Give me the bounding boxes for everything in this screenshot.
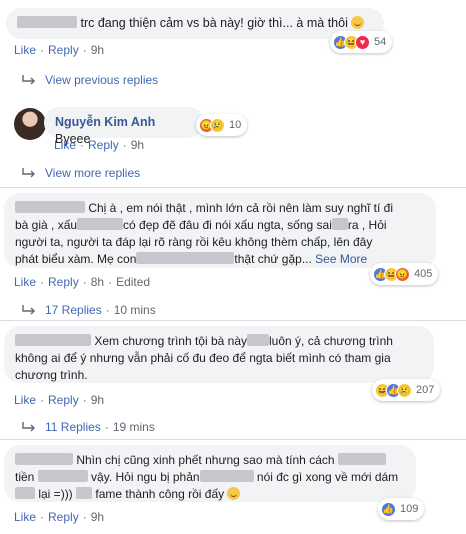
blurred-text bbox=[37, 470, 88, 482]
timestamp: 9h bbox=[90, 393, 105, 407]
timestamp: 9h bbox=[130, 138, 145, 152]
see-more-link[interactable]: See More bbox=[315, 252, 367, 266]
blurred-text bbox=[337, 453, 386, 465]
reply-actions: Like · Reply · 9h bbox=[54, 138, 145, 152]
reply-link[interactable]: Reply bbox=[88, 138, 119, 152]
reply-link[interactable]: Reply bbox=[48, 393, 79, 407]
view-more-label: View more replies bbox=[45, 166, 141, 180]
blurred-name bbox=[15, 453, 73, 465]
reply-arrow-icon bbox=[22, 168, 35, 178]
reaction-summary[interactable]: 👍 109 bbox=[378, 498, 425, 520]
view-replies-link[interactable]: 11 Replies · 19 mins bbox=[22, 420, 155, 434]
divider bbox=[0, 187, 466, 188]
commenter-name[interactable]: Nguyễn Kim Anh bbox=[55, 115, 155, 129]
reaction-count: 207 bbox=[416, 384, 435, 396]
reaction-count: 10 bbox=[229, 119, 242, 131]
comment-text-line: Xem chương trình tội bà này bbox=[94, 334, 247, 348]
timestamp: 9h bbox=[90, 43, 105, 57]
like-link[interactable]: Like bbox=[14, 393, 36, 407]
view-more-replies-link[interactable]: View more replies bbox=[22, 166, 140, 180]
comment-text-line: bà già , xấu bbox=[15, 218, 78, 232]
comment-text-line: người ta, người ta đáp lại rõ ràng rồi k… bbox=[15, 235, 373, 249]
blurred-text bbox=[247, 334, 269, 346]
comment-actions: Like · Reply · 9h bbox=[14, 510, 105, 524]
comment-text: trc đang thiện cảm vs bà này! giờ thì...… bbox=[80, 16, 348, 30]
blurred-text bbox=[136, 252, 235, 264]
replies-time: 10 mins bbox=[113, 303, 156, 317]
blurred-text bbox=[77, 218, 124, 230]
smile-emoji-icon bbox=[227, 487, 241, 500]
blurred-text bbox=[15, 487, 35, 499]
comment-actions: Like · Reply · 9h bbox=[14, 43, 105, 57]
like-link[interactable]: Like bbox=[14, 275, 36, 289]
replies-time: 19 mins bbox=[112, 420, 155, 434]
comment-text-line: chương trình. bbox=[15, 368, 88, 382]
comment-text-line: tiền bbox=[15, 470, 35, 484]
reply-arrow-icon bbox=[22, 305, 35, 315]
blurred-name bbox=[15, 201, 85, 213]
replies-count-label: 17 Replies bbox=[45, 303, 102, 317]
sad-reaction-icon: 😢 bbox=[210, 117, 225, 133]
timestamp: 8h bbox=[90, 275, 105, 289]
comment-bubble-1: trc đang thiện cảm vs bà này! giờ thì...… bbox=[6, 8, 384, 39]
edited-label: Edited bbox=[116, 275, 151, 289]
blurred-name bbox=[15, 334, 91, 346]
reaction-count: 54 bbox=[374, 36, 387, 48]
comment-text-line: có đẹp đẽ đâu đi nói xấu ngta, sống sai bbox=[123, 218, 332, 232]
comment-text-line: không ai để ý nhưng vẫn phải cố đu đeo đ… bbox=[15, 351, 391, 365]
comment-text-line: ra , Hỏi bbox=[347, 218, 387, 232]
replies-count-label: 11 Replies bbox=[45, 420, 101, 434]
reaction-summary[interactable]: 😠 😢 10 bbox=[196, 114, 248, 136]
view-previous-label: View previous replies bbox=[45, 73, 159, 87]
comment-actions: Like · Reply · 8h · Edited bbox=[14, 275, 151, 289]
comment-bubble-2: Chị à , em nói thật , mình lớn cả rồi nê… bbox=[4, 193, 436, 268]
reaction-summary[interactable]: 👍 😆 😠 405 bbox=[370, 263, 439, 285]
reaction-count: 405 bbox=[414, 268, 433, 280]
comment-text-line: Nhìn chị cũng xinh phết nhưng sao mà tín… bbox=[76, 453, 335, 467]
reaction-summary[interactable]: 👍 😆 ♥ 54 bbox=[330, 31, 393, 53]
view-previous-replies-link[interactable]: View previous replies bbox=[22, 73, 158, 87]
comment-text-line: phát biểu xàm. Mẹ con bbox=[15, 252, 137, 266]
reply-arrow-icon bbox=[22, 75, 35, 85]
timestamp: 9h bbox=[90, 510, 105, 524]
reaction-summary[interactable]: 😆 👍 😢 207 bbox=[372, 379, 441, 401]
divider bbox=[0, 439, 466, 440]
reply-arrow-icon bbox=[22, 422, 35, 432]
angry-reaction-icon: 😠 bbox=[395, 266, 410, 282]
reply-bubble: Nguyễn Kim Anh Byeee bbox=[44, 107, 204, 146]
reaction-count: 109 bbox=[400, 503, 419, 515]
comment-text-line: fame thành công rồi đấy bbox=[95, 487, 225, 501]
blurred-text bbox=[331, 218, 348, 230]
blurred-text bbox=[199, 470, 254, 482]
reply-link[interactable]: Reply bbox=[48, 43, 79, 57]
comment-bubble-3: Xem chương trình tội bà này luôn ý, cả ch… bbox=[4, 326, 434, 383]
avatar[interactable] bbox=[14, 108, 46, 140]
comment-text-line: nói đc gì xong về mới dám bbox=[256, 470, 399, 484]
blurred-text bbox=[76, 487, 93, 499]
blurred-name bbox=[17, 16, 77, 28]
like-link[interactable]: Like bbox=[14, 43, 36, 57]
view-replies-link[interactable]: 17 Replies · 10 mins bbox=[22, 303, 156, 317]
sad-reaction-icon: 😢 bbox=[397, 382, 412, 398]
comment-text-line: Chị à , em nói thật , mình lớn cả rồi nê… bbox=[88, 201, 394, 215]
love-reaction-icon: ♥ bbox=[355, 34, 370, 50]
comment-text-line: thật chứ gặp... bbox=[234, 252, 312, 266]
comment-text-line: luôn ý, cả chương trình bbox=[269, 334, 393, 348]
comment-text-line: vậy. Hỏi ngu bị phản bbox=[91, 470, 200, 484]
comment-bubble-4: Nhìn chị cũng xinh phết nhưng sao mà tín… bbox=[4, 445, 416, 502]
like-link[interactable]: Like bbox=[14, 510, 36, 524]
like-link[interactable]: Like bbox=[54, 138, 76, 152]
comment-text-line: lại =))) bbox=[38, 487, 73, 501]
reply-link[interactable]: Reply bbox=[48, 275, 79, 289]
reply-link[interactable]: Reply bbox=[48, 510, 79, 524]
like-reaction-icon: 👍 bbox=[381, 501, 396, 517]
divider bbox=[0, 320, 466, 321]
comment-actions: Like · Reply · 9h bbox=[14, 393, 105, 407]
smile-emoji-icon bbox=[351, 16, 365, 29]
